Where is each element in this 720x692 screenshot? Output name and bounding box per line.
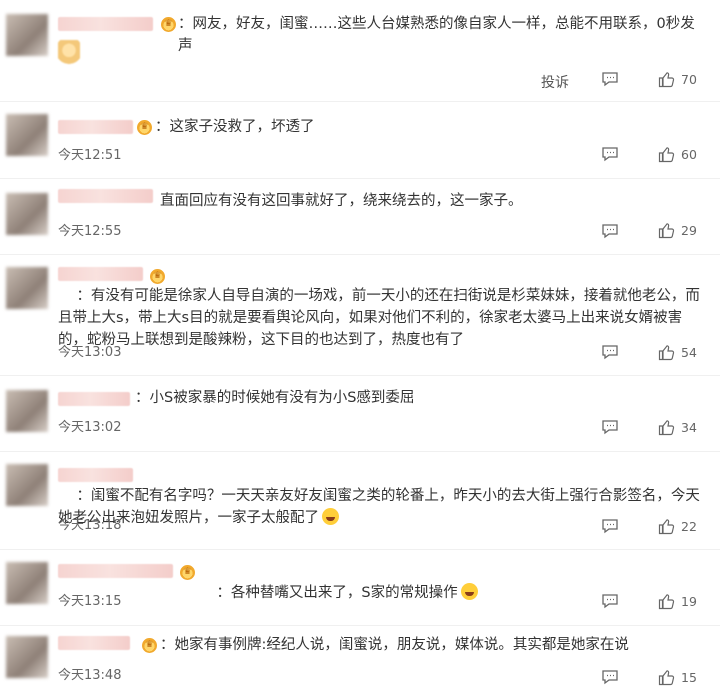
comment-button[interactable] bbox=[601, 71, 619, 87]
like-button[interactable]: 70 bbox=[658, 71, 697, 88]
thumbs-up-icon bbox=[658, 670, 675, 686]
comment-icon bbox=[602, 594, 618, 609]
like-count: 34 bbox=[681, 420, 697, 435]
comment-icon bbox=[602, 420, 618, 435]
comment-item: ：闺蜜不配有名字吗？一天天亲友好友闺蜜之类的轮番上，昨天小的去大街上强行合影签名… bbox=[0, 452, 720, 549]
like-button[interactable]: 19 bbox=[658, 593, 697, 610]
comment-icon bbox=[602, 72, 618, 87]
timestamp: 今天12:51 bbox=[58, 148, 122, 163]
avatar[interactable] bbox=[6, 114, 48, 156]
like-button[interactable]: 34 bbox=[658, 419, 697, 436]
crown-badge-icon: ♛ bbox=[180, 565, 195, 580]
username-blurred[interactable] bbox=[58, 189, 153, 203]
timestamp: 今天13:15 bbox=[58, 594, 122, 609]
avatar[interactable] bbox=[6, 14, 48, 56]
comment-icon bbox=[602, 345, 618, 360]
comment-item: ♛ ：有没有可能是徐家人自导自演的一场戏，前一天小的还在扫街说是杉菜妹妹，接着就… bbox=[0, 255, 720, 375]
avatar[interactable] bbox=[6, 562, 48, 604]
comment-item: ♛ ：各种替嘴又出来了，S家的常规操作 今天13:15 19 bbox=[0, 550, 720, 625]
crown-badge-icon: ♛ bbox=[142, 638, 157, 653]
timestamp: 今天13:18 bbox=[58, 518, 122, 533]
username-blurred[interactable] bbox=[58, 564, 173, 578]
like-button[interactable]: 29 bbox=[658, 222, 697, 239]
thumbs-up-icon bbox=[658, 147, 675, 163]
crown-badge-icon: ♛ bbox=[137, 120, 152, 135]
laughing-emoji-icon bbox=[322, 508, 339, 525]
username-blurred[interactable] bbox=[58, 636, 130, 650]
emoji-sticker-icon bbox=[58, 40, 80, 66]
comment-icon bbox=[602, 147, 618, 162]
like-count: 54 bbox=[681, 345, 697, 360]
username-blurred[interactable] bbox=[58, 392, 130, 406]
like-button[interactable]: 54 bbox=[658, 344, 697, 361]
like-count: 15 bbox=[681, 670, 697, 685]
like-count: 22 bbox=[681, 519, 697, 534]
timestamp: 今天12:55 bbox=[58, 224, 122, 239]
comment-button[interactable] bbox=[601, 146, 619, 162]
thumbs-up-icon bbox=[658, 594, 675, 610]
comment-text: ：各种替嘴又出来了，S家的常规操作 bbox=[198, 560, 698, 626]
comment-text: ：网友，好友，闺蜜……这些人台媒熟悉的像自家人一样，总能不用联系，0秒发声 bbox=[178, 16, 695, 54]
thumbs-up-icon bbox=[658, 223, 675, 239]
comment-button[interactable] bbox=[601, 419, 619, 435]
like-count: 70 bbox=[681, 72, 697, 87]
timestamp: 今天13:02 bbox=[58, 420, 122, 435]
comment-icon bbox=[602, 224, 618, 239]
comment-button[interactable] bbox=[601, 669, 619, 685]
comment-text-content: ：有没有可能是徐家人自导自演的一场戏，前一天小的还在扫街说是杉菜妹妹，接着就他老… bbox=[58, 288, 700, 348]
like-button[interactable]: 22 bbox=[658, 518, 697, 535]
comment-text: ：小S被家暴的时候她有没有为小S感到委屈 bbox=[135, 390, 415, 406]
avatar[interactable] bbox=[6, 267, 48, 309]
crown-badge-icon: ♛ bbox=[161, 17, 176, 32]
comment-text: 直面回应有没有这回事就好了，绕来绕去的，这一家子。 bbox=[160, 193, 523, 209]
comment-item: ♛ ：这家子没救了，坏透了 今天12:51 60 bbox=[0, 102, 720, 178]
avatar[interactable] bbox=[6, 636, 48, 678]
comment-icon bbox=[602, 670, 618, 685]
timestamp: 今天13:48 bbox=[58, 668, 122, 683]
thumbs-up-icon bbox=[658, 345, 675, 361]
timestamp: 今天13:03 bbox=[58, 345, 122, 360]
report-link[interactable]: 投诉 bbox=[541, 72, 569, 92]
like-count: 19 bbox=[681, 594, 697, 609]
comment-button[interactable] bbox=[601, 518, 619, 534]
avatar[interactable] bbox=[6, 390, 48, 432]
comment-item: ：小S被家暴的时候她有没有为小S感到委屈 今天13:02 34 bbox=[0, 376, 720, 451]
comment-item: ♛ ：她家有事例牌:经纪人说，闺蜜说，朋友说，媒体说。其实都是她家在说 今天13… bbox=[0, 626, 720, 692]
thumbs-up-icon bbox=[658, 72, 675, 88]
comment-item: 直面回应有没有这回事就好了，绕来绕去的，这一家子。 今天12:55 29 bbox=[0, 179, 720, 255]
like-button[interactable]: 60 bbox=[658, 146, 697, 163]
like-count: 60 bbox=[681, 147, 697, 162]
comment-button[interactable] bbox=[601, 223, 619, 239]
comment-button[interactable] bbox=[601, 593, 619, 609]
thumbs-up-icon bbox=[658, 519, 675, 535]
comment-button[interactable] bbox=[601, 344, 619, 360]
like-button[interactable]: 15 bbox=[658, 669, 697, 686]
comment-text: ：这家子没救了，坏透了 bbox=[155, 119, 315, 135]
avatar[interactable] bbox=[6, 464, 48, 506]
comment-item: ♛ ：网友，好友，闺蜜……这些人台媒熟悉的像自家人一样，总能不用联系，0秒发声 … bbox=[0, 0, 720, 100]
username-blurred[interactable] bbox=[58, 120, 133, 134]
like-count: 29 bbox=[681, 223, 697, 238]
comment-text: ：她家有事例牌:经纪人说，闺蜜说，朋友说，媒体说。其实都是她家在说 bbox=[160, 637, 629, 653]
thumbs-up-icon bbox=[658, 420, 675, 436]
username-blurred[interactable] bbox=[58, 17, 153, 31]
laughing-emoji-icon bbox=[460, 583, 478, 600]
comment-icon bbox=[602, 519, 618, 534]
avatar[interactable] bbox=[6, 193, 48, 235]
comment-text: ：闺蜜不配有名字吗？一天天亲友好友闺蜜之类的轮番上，昨天小的去大街上强行合影签名… bbox=[58, 463, 708, 551]
comment-text-content: ：各种替嘴又出来了，S家的常规操作 bbox=[216, 585, 458, 601]
